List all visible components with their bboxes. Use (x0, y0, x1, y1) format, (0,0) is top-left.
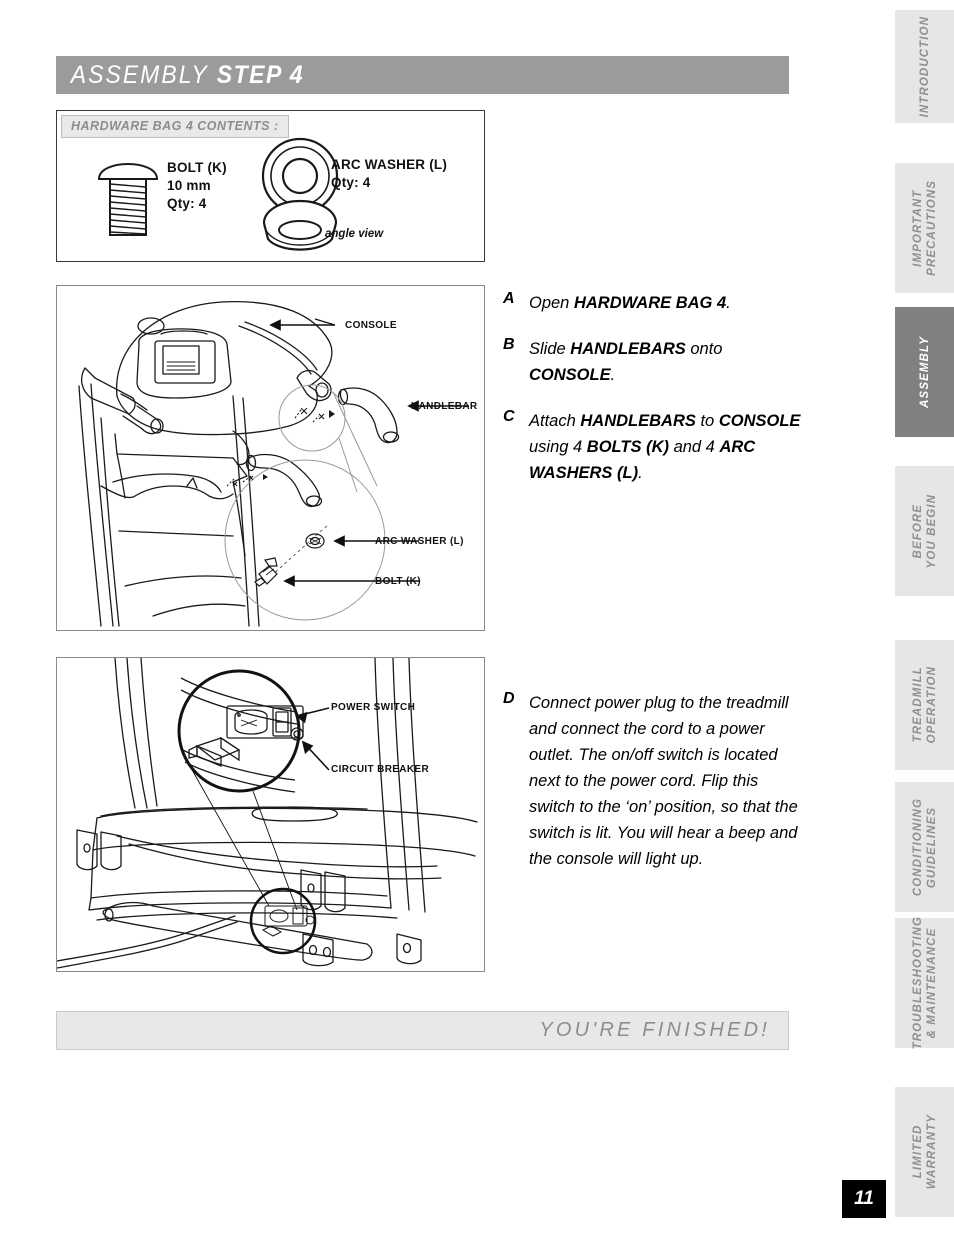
sidebar-tab-limited-warranty[interactable]: LIMITED WARRANTY (895, 1087, 954, 1217)
hardware-bag-label: HARDWARE BAG 4 CONTENTS : (61, 115, 289, 138)
bolt-icon (97, 163, 159, 236)
step-c-letter: C (503, 408, 515, 425)
console-handlebar-assembly-diagram: CONSOLE HANDLEBAR ARC WASHER (L) BOLT (K… (56, 285, 485, 631)
section-tabs-sidebar: INTRODUCTION IMPORTANT PRECAUTIONS ASSEMBL… (895, 0, 954, 1235)
assembly-steps-abc: A Open HARDWARE BAG 4. B Slide HANDLEBAR… (503, 290, 803, 506)
sidebar-tab-important-precautions[interactable]: IMPORTANT PRECAUTIONS (895, 163, 954, 293)
page-number-badge: 11 (842, 1180, 886, 1218)
page-title: ASSEMBLY STEP 4 (56, 61, 304, 90)
sidebar-tab-before-you-begin[interactable]: BEFORE YOU BEGIN (895, 466, 954, 596)
arc-washer-qty: Qty: 4 (331, 175, 371, 190)
step-d-letter: D (503, 690, 515, 707)
power-switch-illustration (57, 658, 478, 969)
page-title-normal: ASSEMBLY (70, 60, 217, 89)
sidebar-tab-label: LIMITED WARRANTY (911, 1114, 938, 1190)
step-b-letter: B (503, 336, 515, 353)
sidebar-tab-assembly[interactable]: ASSEMBLY (895, 307, 954, 437)
callout-handlebar: HANDLEBAR (411, 401, 478, 412)
hardware-item-arc-washer-text: ARC WASHER (L) Qty: 4 (331, 156, 447, 192)
sidebar-tab-introduction[interactable]: INTRODUCTION (895, 10, 954, 123)
sidebar-tab-label: TROUBLESHOOTING & MAINTENANCE (911, 916, 938, 1050)
sidebar-tab-troubleshooting-maintenance[interactable]: TROUBLESHOOTING & MAINTENANCE (895, 916, 954, 1050)
hardware-item-bolt-text: BOLT (K) 10 mm Qty: 4 (167, 159, 227, 213)
step-d: D Connect power plug to the treadmill an… (503, 690, 803, 872)
sidebar-tab-label: IMPORTANT PRECAUTIONS (911, 180, 938, 276)
step-b: B Slide HANDLEBARS onto CONSOLE. (503, 336, 803, 388)
sidebar-tab-conditioning-guidelines[interactable]: CONDITIONING GUIDELINES (895, 782, 954, 912)
hardware-item-bolt (93, 149, 163, 246)
sidebar-tab-label: INTRODUCTION (918, 15, 931, 118)
bolt-name: BOLT (K) (167, 160, 227, 175)
assembly-step-header: ASSEMBLY STEP 4 (56, 56, 789, 94)
sidebar-tab-label: BEFORE YOU BEGIN (911, 493, 938, 569)
sidebar-tab-label: ASSEMBLY (918, 336, 931, 408)
page-title-strong: STEP 4 (216, 60, 305, 89)
youre-finished-banner: YOU'RE FINISHED! (56, 1011, 789, 1050)
callout-console: CONSOLE (345, 320, 397, 331)
sidebar-tab-treadmill-operation[interactable]: TREADMILL OPERATION (895, 640, 954, 770)
bolt-spec: 10 mm (167, 178, 211, 193)
arc-washer-name: ARC WASHER (L) (331, 157, 448, 172)
arc-washer-angle-view-note: angle view (325, 228, 384, 240)
power-switch-diagram: POWER SWITCH CIRCUIT BREAKER (56, 657, 485, 972)
callout-circuit-breaker: CIRCUIT BREAKER (331, 764, 430, 775)
hardware-bag-contents-box: HARDWARE BAG 4 CONTENTS : BOLT (K) 10 mm… (56, 110, 485, 262)
step-c-text: Attach HANDLEBARS to CONSOLE using 4 BOL… (529, 412, 801, 482)
step-d-text: Connect power plug to the treadmill and … (529, 694, 798, 868)
step-b-text: Slide HANDLEBARS onto CONSOLE. (529, 340, 723, 384)
callout-power-switch: POWER SWITCH (331, 702, 416, 713)
callout-bolt: BOLT (K) (375, 576, 421, 587)
step-a-letter: A (503, 290, 515, 307)
sidebar-tab-label: TREADMILL OPERATION (911, 666, 938, 744)
step-a-text: Open HARDWARE BAG 4. (529, 294, 731, 312)
bolt-qty: Qty: 4 (167, 196, 207, 211)
step-a: A Open HARDWARE BAG 4. (503, 290, 803, 316)
step-c: C Attach HANDLEBARS to CONSOLE using 4 B… (503, 408, 803, 486)
youre-finished-text: YOU'RE FINISHED! (539, 1019, 770, 1041)
callout-arc-washer: ARC WASHER (L) (375, 536, 464, 547)
sidebar-tab-label: CONDITIONING GUIDELINES (911, 797, 938, 897)
assembly-steps-d: D Connect power plug to the treadmill an… (503, 690, 803, 892)
